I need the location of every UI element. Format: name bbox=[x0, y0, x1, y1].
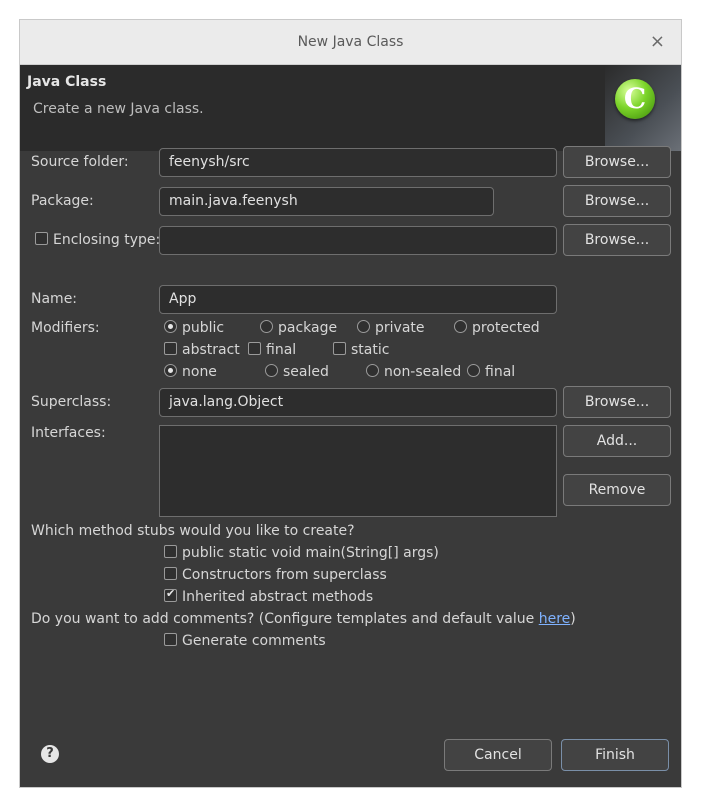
radio-selected-icon bbox=[164, 319, 177, 333]
radio-icon bbox=[265, 363, 278, 377]
radio-selected-icon bbox=[164, 363, 177, 377]
enclosing-type-browse-button[interactable]: Browse... bbox=[563, 224, 671, 256]
radio-icon bbox=[454, 319, 467, 333]
package-label: Package: bbox=[31, 193, 94, 209]
cancel-button[interactable]: Cancel bbox=[444, 739, 552, 771]
close-icon[interactable]: × bbox=[650, 31, 665, 52]
radio-icon bbox=[357, 319, 370, 333]
interfaces-remove-button[interactable]: Remove bbox=[563, 474, 671, 506]
checkbox-icon bbox=[35, 231, 48, 245]
new-java-class-dialog: New Java Class × Java Class Create a new… bbox=[19, 19, 682, 788]
banner-art: C bbox=[605, 65, 681, 151]
sealing-non-sealed-radio[interactable]: non-sealed bbox=[366, 363, 461, 380]
name-label: Name: bbox=[31, 291, 78, 307]
interfaces-label: Interfaces: bbox=[31, 425, 106, 441]
wizard-banner: Java Class Create a new Java class. C bbox=[20, 65, 681, 151]
enclosing-type-input[interactable] bbox=[159, 226, 557, 255]
modifier-protected-radio[interactable]: protected bbox=[454, 319, 540, 336]
sealing-none-radio[interactable]: none bbox=[164, 363, 217, 380]
stub-constructors-checkbox[interactable]: Constructors from superclass bbox=[164, 566, 387, 583]
superclass-browse-button[interactable]: Browse... bbox=[563, 386, 671, 418]
radio-icon bbox=[366, 363, 379, 377]
modifier-final-checkbox[interactable]: final bbox=[248, 341, 296, 358]
modifier-private-radio[interactable]: private bbox=[357, 319, 425, 336]
checkbox-icon bbox=[164, 544, 177, 558]
title-bar: New Java Class × bbox=[20, 20, 681, 65]
sealing-final-radio[interactable]: final bbox=[467, 363, 515, 380]
enclosing-type-checkbox[interactable]: Enclosing type: bbox=[35, 231, 161, 248]
checkbox-checked-icon bbox=[164, 587, 177, 602]
modifier-static-checkbox[interactable]: static bbox=[333, 341, 389, 358]
checkbox-icon bbox=[248, 341, 261, 355]
superclass-input[interactable]: java.lang.Object bbox=[159, 388, 557, 417]
enclosing-type-label: Enclosing type: bbox=[53, 232, 161, 248]
sealing-sealed-radio[interactable]: sealed bbox=[265, 363, 329, 380]
java-class-icon: C bbox=[615, 79, 655, 119]
source-folder-browse-button[interactable]: Browse... bbox=[563, 146, 671, 178]
superclass-label: Superclass: bbox=[31, 394, 112, 410]
help-icon[interactable]: ? bbox=[41, 745, 59, 763]
modifiers-label: Modifiers: bbox=[31, 320, 100, 336]
modifier-abstract-checkbox[interactable]: abstract bbox=[164, 341, 240, 358]
method-stubs-question: Which method stubs would you like to cre… bbox=[31, 523, 355, 539]
modifier-public-radio[interactable]: public bbox=[164, 319, 224, 336]
generate-comments-checkbox[interactable]: Generate comments bbox=[164, 632, 326, 649]
source-folder-input[interactable]: feenysh/src bbox=[159, 148, 557, 177]
interfaces-list[interactable] bbox=[159, 425, 557, 517]
name-input[interactable]: App bbox=[159, 285, 557, 314]
comments-question: Do you want to add comments? (Configure … bbox=[31, 611, 576, 627]
banner-subtitle: Create a new Java class. bbox=[33, 101, 204, 117]
stub-main-checkbox[interactable]: public static void main(String[] args) bbox=[164, 544, 439, 561]
window-title: New Java Class bbox=[297, 34, 404, 50]
radio-icon bbox=[467, 363, 480, 377]
modifier-package-radio[interactable]: package bbox=[260, 319, 337, 336]
interfaces-add-button[interactable]: Add... bbox=[563, 425, 671, 457]
checkbox-icon bbox=[164, 632, 177, 646]
templates-here-link[interactable]: here bbox=[539, 611, 571, 627]
checkbox-icon bbox=[164, 566, 177, 580]
banner-heading: Java Class bbox=[27, 74, 107, 90]
package-input[interactable]: main.java.feenysh bbox=[159, 187, 494, 216]
source-folder-label: Source folder: bbox=[31, 154, 129, 170]
package-browse-button[interactable]: Browse... bbox=[563, 185, 671, 217]
radio-icon bbox=[260, 319, 273, 333]
finish-button[interactable]: Finish bbox=[561, 739, 669, 771]
stub-inherited-checkbox[interactable]: Inherited abstract methods bbox=[164, 587, 373, 605]
checkbox-icon bbox=[333, 341, 346, 355]
checkbox-icon bbox=[164, 341, 177, 355]
